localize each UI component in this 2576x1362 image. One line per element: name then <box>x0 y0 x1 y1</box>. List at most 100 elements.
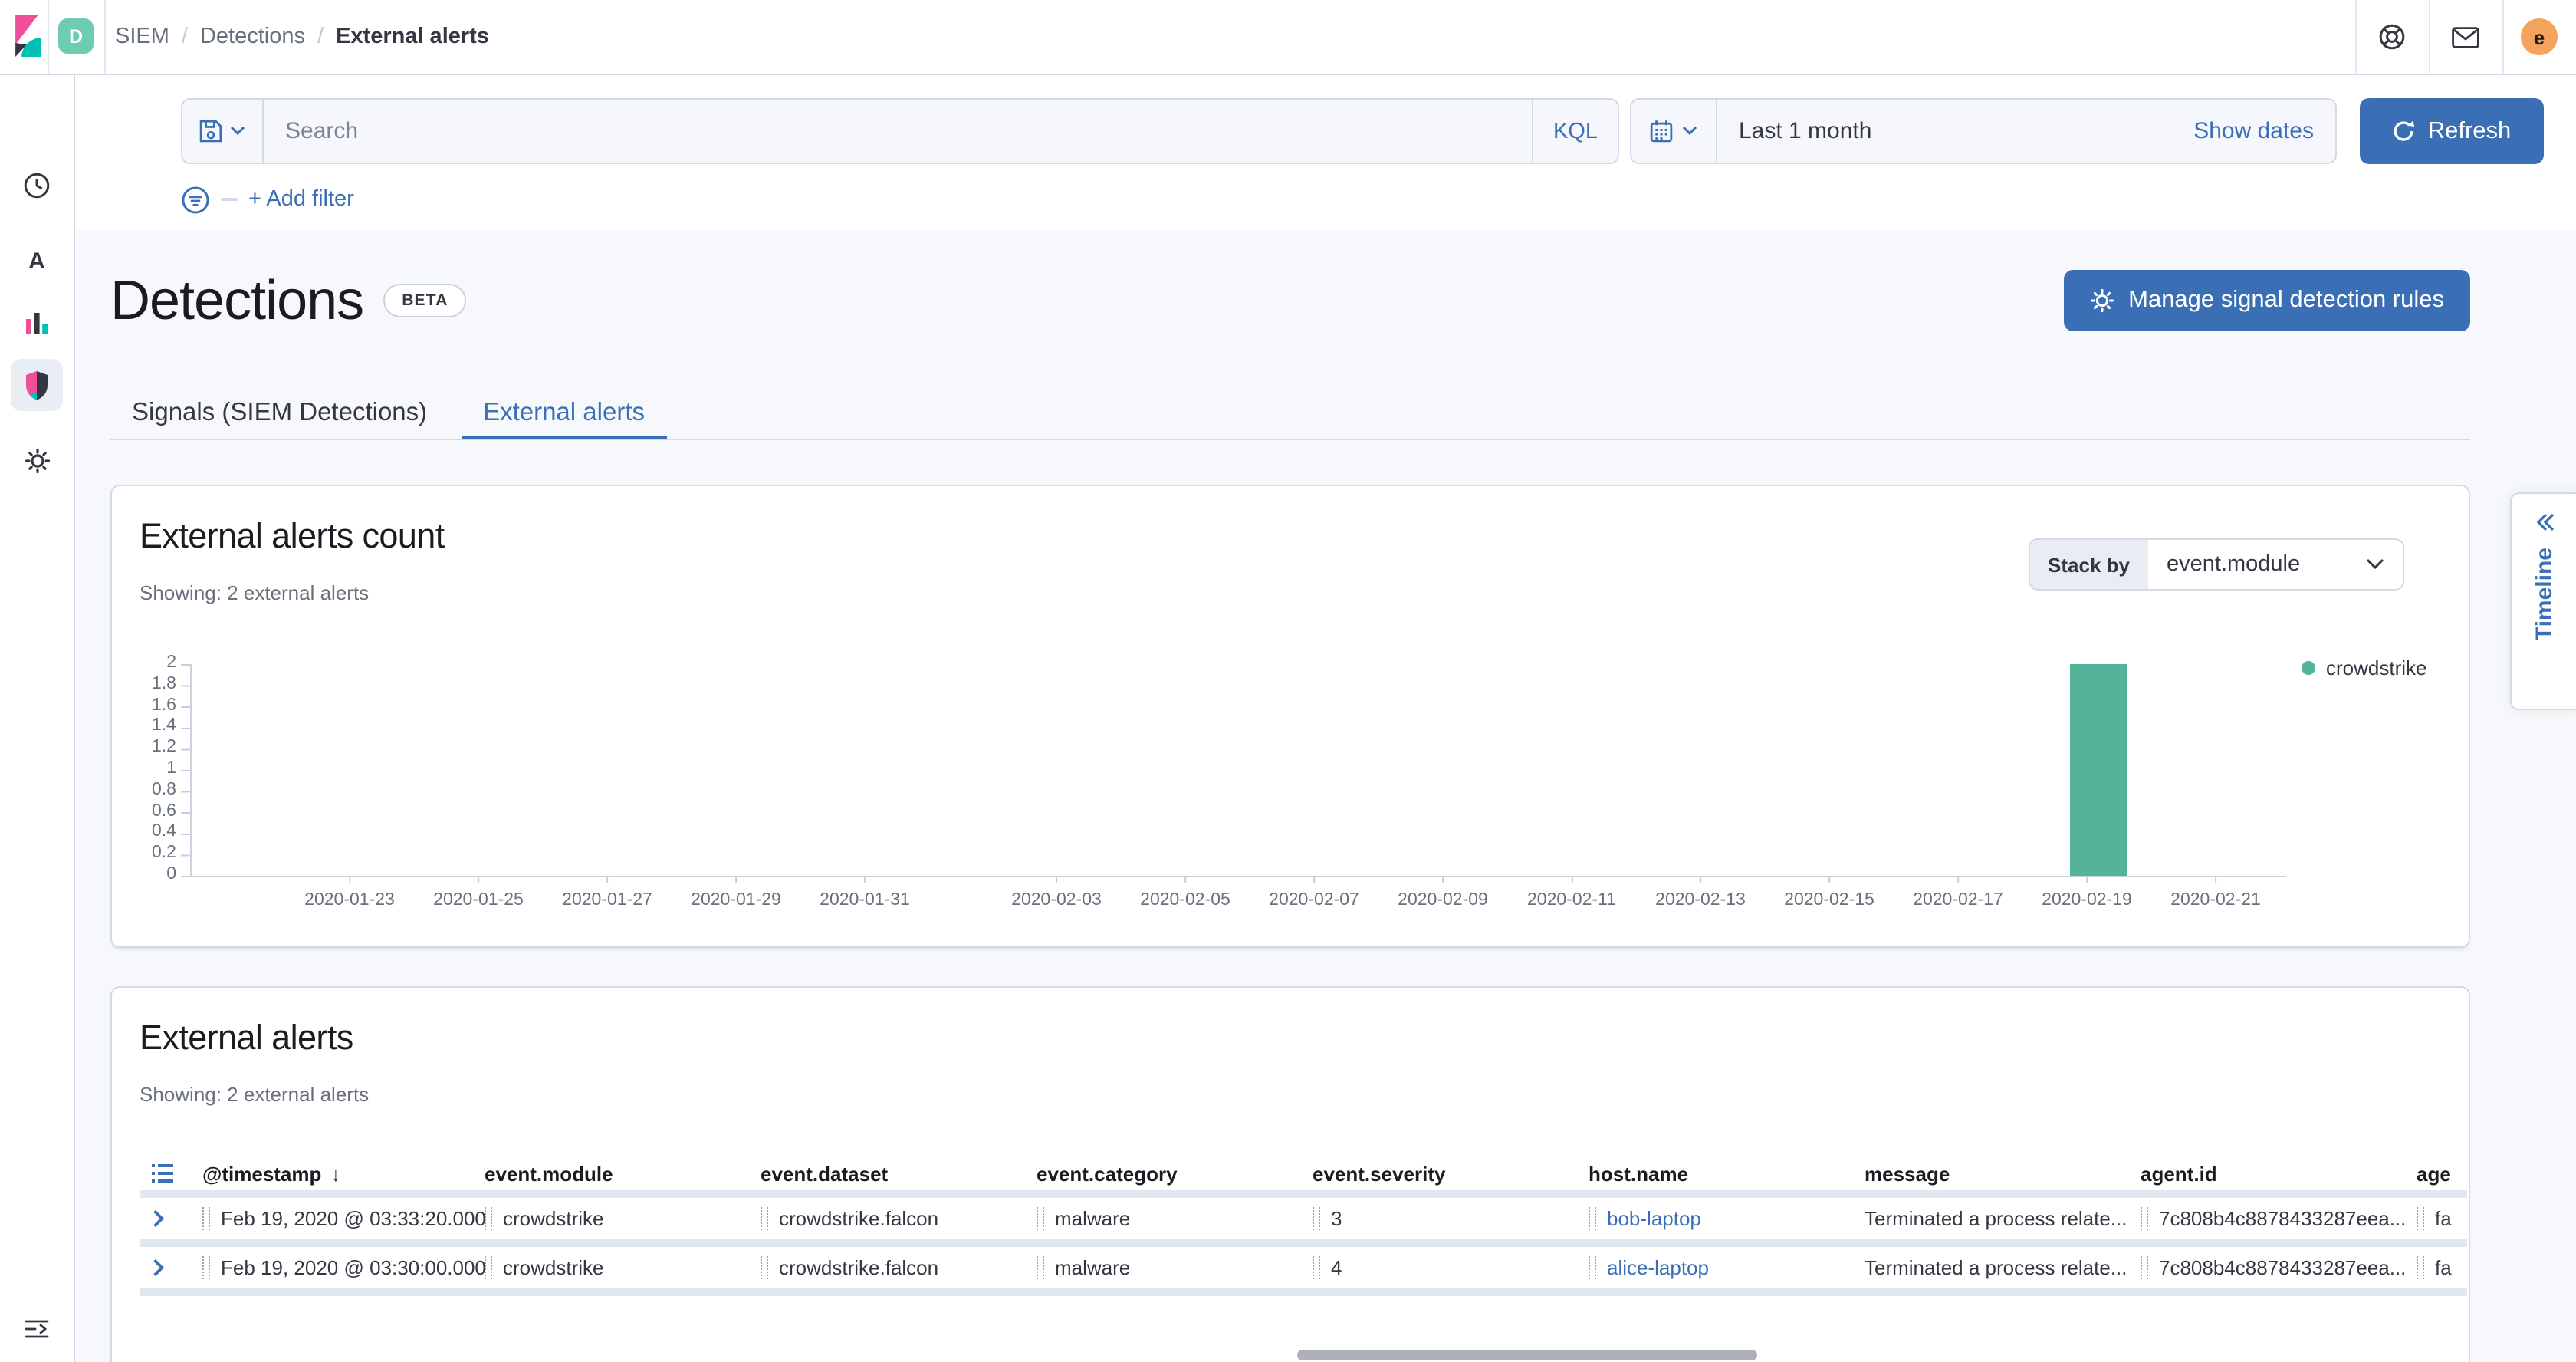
clock-icon <box>23 172 51 199</box>
letter-a-app-icon: A <box>28 248 45 274</box>
column-header-event-module[interactable]: event.module <box>485 1162 761 1185</box>
timeline-toggle-button[interactable]: Timeline <box>2510 492 2576 710</box>
drag-handle-icon[interactable] <box>485 1256 492 1279</box>
table-row: Feb 19, 2020 @ 03:33:20.000 crowdstrike … <box>140 1198 2467 1247</box>
page-content: Detections BETA Manage signal detection … <box>75 230 2576 1362</box>
app-nav-rail: A <box>0 75 75 1362</box>
filter-divider <box>221 198 238 201</box>
chart-bar-crowdstrike-2020-02-19[interactable] <box>2070 664 2127 876</box>
user-menu-button[interactable]: e <box>2502 0 2576 74</box>
sort-desc-icon: ↓ <box>330 1162 340 1185</box>
page-title: Detections <box>110 270 363 331</box>
kibana-logo-icon[interactable] <box>15 15 41 57</box>
tab-signals[interactable]: Signals (SIEM Detections) <box>110 387 449 439</box>
cell-host-name[interactable]: bob-laptop <box>1589 1207 1865 1230</box>
alerts-table: @timestamp ↓ event.module event.dataset … <box>140 1156 2467 1296</box>
date-range-value[interactable]: Last 1 month <box>1717 118 2172 144</box>
row-expand-button[interactable] <box>140 1209 202 1229</box>
stack-by-select[interactable]: event.module <box>2148 540 2403 589</box>
column-header-event-severity[interactable]: event.severity <box>1313 1162 1589 1185</box>
column-header-host-name[interactable]: host.name <box>1589 1162 1865 1185</box>
column-header-event-category[interactable]: event.category <box>1037 1162 1313 1185</box>
chevron-down-icon <box>230 126 245 137</box>
legend-label[interactable]: crowdstrike <box>2326 656 2427 679</box>
cell-event-severity[interactable]: 4 <box>1313 1256 1589 1279</box>
nav-recent-items[interactable] <box>0 160 74 212</box>
filter-circle-icon[interactable] <box>181 185 210 214</box>
x-axis-label: 2020-02-19 <box>2042 891 2132 910</box>
cell-timestamp[interactable]: Feb 19, 2020 @ 03:33:20.000 <box>202 1207 485 1230</box>
breadcrumb: SIEM / Detections / External alerts <box>115 0 489 74</box>
y-axis-label: 0.2 <box>97 844 176 862</box>
drag-handle-icon[interactable] <box>1589 1256 1596 1279</box>
column-header-event-dataset[interactable]: event.dataset <box>761 1162 1037 1185</box>
help-button[interactable] <box>2355 0 2429 74</box>
column-header-agent-type[interactable]: age <box>2417 1162 2467 1185</box>
breadcrumb-siem[interactable]: SIEM <box>115 25 169 49</box>
column-header-message[interactable]: message <box>1865 1162 2141 1185</box>
column-header-agent-id[interactable]: agent.id <box>2141 1162 2417 1185</box>
gear-icon <box>2090 288 2114 313</box>
nav-visualize[interactable] <box>0 298 74 350</box>
columns-selector-button[interactable] <box>140 1164 202 1183</box>
query-header: KQL <box>75 75 2576 230</box>
cell-agent-id[interactable]: 7c808b4c8878433287eea... <box>2141 1256 2417 1279</box>
space-avatar[interactable]: D <box>58 18 94 54</box>
nav-siem[interactable] <box>0 359 74 411</box>
cell-host-name[interactable]: alice-laptop <box>1589 1256 1865 1279</box>
table-row: Feb 19, 2020 @ 03:30:00.000 crowdstrike … <box>140 1247 2467 1296</box>
row-expand-button[interactable] <box>140 1258 202 1278</box>
saved-query-menu-button[interactable] <box>182 100 264 163</box>
chevron-down-icon <box>2366 558 2384 571</box>
drag-handle-icon[interactable] <box>1589 1207 1596 1230</box>
cell-agent-type[interactable]: fa <box>2417 1207 2467 1230</box>
calendar-icon <box>1650 120 1673 143</box>
drag-handle-icon[interactable] <box>2141 1256 2148 1279</box>
cell-event-dataset[interactable]: crowdstrike.falcon <box>761 1207 1037 1230</box>
breadcrumb-detections[interactable]: Detections <box>200 25 305 49</box>
chart-showing-count: Showing: 2 external alerts <box>140 581 369 604</box>
cell-agent-id[interactable]: 7c808b4c8878433287eea... <box>2141 1207 2417 1230</box>
beta-badge: BETA <box>383 284 466 317</box>
manage-signal-detection-rules-button[interactable]: Manage signal detection rules <box>2064 270 2470 331</box>
drag-handle-icon[interactable] <box>2417 1256 2424 1279</box>
cell-event-category[interactable]: malware <box>1037 1207 1313 1230</box>
collapse-nav-button[interactable] <box>0 1310 74 1347</box>
gear-icon <box>24 447 50 473</box>
cell-agent-type[interactable]: fa <box>2417 1256 2467 1279</box>
tab-external-alerts[interactable]: External alerts <box>462 387 666 439</box>
kibana-app: D SIEM / Detections / External alerts <box>0 0 2576 1362</box>
drag-handle-icon[interactable] <box>485 1207 492 1230</box>
drag-handle-icon[interactable] <box>761 1256 768 1279</box>
cell-event-module[interactable]: crowdstrike <box>485 1256 761 1279</box>
nav-management[interactable] <box>0 434 74 486</box>
kql-syntax-button[interactable]: KQL <box>1532 100 1618 163</box>
newsfeed-button[interactable] <box>2429 0 2502 74</box>
y-axis-label: 0.4 <box>97 823 176 841</box>
cell-timestamp[interactable]: Feb 19, 2020 @ 03:30:00.000 <box>202 1256 485 1279</box>
date-quick-select-button[interactable] <box>1631 100 1717 163</box>
x-axis-label: 2020-02-05 <box>1140 891 1230 910</box>
drag-handle-icon[interactable] <box>1313 1256 1320 1279</box>
cell-event-module[interactable]: crowdstrike <box>485 1207 761 1230</box>
refresh-button[interactable]: Refresh <box>2360 98 2544 164</box>
drag-handle-icon[interactable] <box>202 1207 210 1230</box>
drag-handle-icon[interactable] <box>761 1207 768 1230</box>
y-axis-label: 0.8 <box>97 781 176 799</box>
cell-event-severity[interactable]: 3 <box>1313 1207 1589 1230</box>
table-panel-title: External alerts <box>140 1018 353 1058</box>
drag-handle-icon[interactable] <box>1037 1256 1044 1279</box>
search-input[interactable] <box>264 118 1532 144</box>
cell-event-dataset[interactable]: crowdstrike.falcon <box>761 1256 1037 1279</box>
cell-event-category[interactable]: malware <box>1037 1256 1313 1279</box>
nav-app-a[interactable]: A <box>0 235 74 287</box>
drag-handle-icon[interactable] <box>1037 1207 1044 1230</box>
add-filter-button[interactable]: + Add filter <box>248 187 354 212</box>
drag-handle-icon[interactable] <box>202 1256 210 1279</box>
column-header-timestamp[interactable]: @timestamp ↓ <box>202 1162 485 1185</box>
show-dates-button[interactable]: Show dates <box>2172 118 2335 144</box>
drag-handle-icon[interactable] <box>2141 1207 2148 1230</box>
drag-handle-icon[interactable] <box>2417 1207 2424 1230</box>
horizontal-scrollbar-thumb[interactable] <box>1297 1350 1757 1360</box>
drag-handle-icon[interactable] <box>1313 1207 1320 1230</box>
